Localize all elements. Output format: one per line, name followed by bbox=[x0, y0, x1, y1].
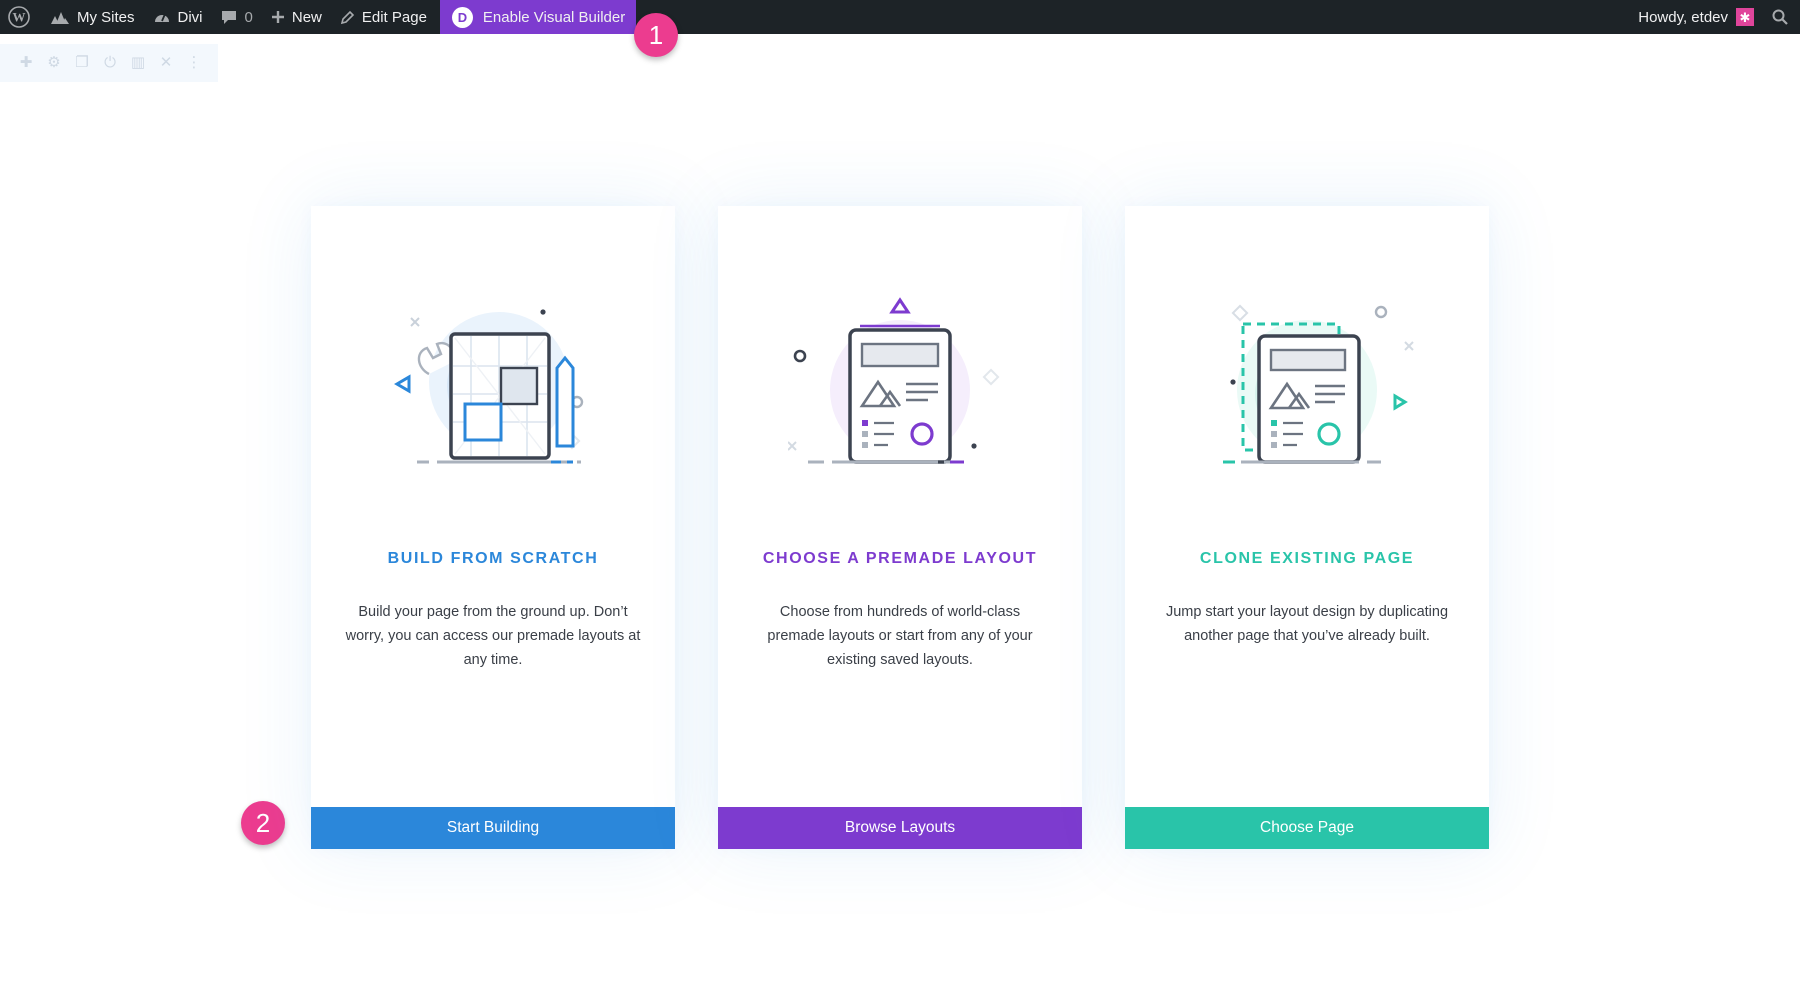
search-icon bbox=[1772, 9, 1788, 25]
section-toolbar: ✚ ⚙ ❐ ⏻ ▥ ✕ ⋮ bbox=[0, 44, 218, 82]
card-description: Jump start your layout design by duplica… bbox=[1165, 604, 1449, 644]
comment-bubble-icon bbox=[221, 11, 236, 24]
my-account-menu[interactable]: Howdy, etdev ✱ bbox=[1629, 0, 1763, 34]
edit-page-label: Edit Page bbox=[361, 8, 427, 26]
new-label: New bbox=[291, 8, 322, 26]
search-button[interactable] bbox=[1763, 0, 1800, 34]
divi-logo-icon: D bbox=[451, 6, 473, 28]
dashboard-gauge-icon bbox=[154, 13, 169, 22]
my-sites-label: My Sites bbox=[77, 8, 135, 26]
clone-existing-page-card: CLONE EXISTING PAGE Jump start your layo… bbox=[1125, 206, 1489, 849]
browse-layouts-button[interactable]: Browse Layouts bbox=[718, 807, 1082, 849]
add-icon[interactable]: ✚ bbox=[18, 55, 34, 71]
new-content-menu[interactable]: New bbox=[262, 0, 331, 34]
admin-bar: W My Sites Divi 0 New Edit Page D Enable… bbox=[0, 0, 1800, 34]
card-title: CLONE EXISTING PAGE bbox=[1199, 550, 1415, 567]
edit-page-link[interactable]: Edit Page bbox=[331, 0, 436, 34]
card-description: Choose from hundreds of world-class prem… bbox=[767, 604, 1033, 668]
admin-bar-secondary: Howdy, etdev ✱ bbox=[1629, 0, 1800, 34]
enable-visual-builder-label: Enable Visual Builder bbox=[482, 8, 626, 26]
trash-icon[interactable]: ▥ bbox=[130, 55, 146, 71]
card-title: CHOOSE A PREMADE LAYOUT bbox=[762, 550, 1038, 567]
wordpress-icon: W bbox=[8, 6, 30, 28]
close-icon[interactable]: ✕ bbox=[158, 55, 174, 71]
settings-icon[interactable]: ⚙ bbox=[46, 55, 62, 71]
site-name-menu[interactable]: Divi bbox=[144, 0, 212, 34]
site-name-label: Divi bbox=[177, 8, 203, 26]
svg-text:W: W bbox=[13, 10, 26, 25]
layout-document-illustration-icon bbox=[788, 297, 1000, 464]
clone-document-illustration-icon bbox=[1223, 304, 1414, 464]
power-icon[interactable]: ⏻ bbox=[102, 55, 118, 71]
blueprint-illustration-icon bbox=[394, 309, 584, 464]
card-description: Build your page from the ground up. Don’… bbox=[345, 604, 641, 668]
avatar: ✱ bbox=[1736, 8, 1754, 26]
choose-page-button[interactable]: Choose Page bbox=[1125, 807, 1489, 849]
plus-icon bbox=[271, 11, 284, 23]
howdy-label: Howdy, etdev bbox=[1638, 8, 1728, 26]
build-from-scratch-card: BUILD FROM SCRATCH Build your page from … bbox=[311, 206, 675, 849]
my-sites-icon bbox=[51, 12, 69, 24]
comments-button[interactable]: 0 bbox=[212, 0, 262, 34]
more-options-icon[interactable]: ⋮ bbox=[186, 55, 202, 71]
step-badge-2: 2 bbox=[241, 801, 285, 845]
start-building-button[interactable]: Start Building bbox=[311, 807, 675, 849]
card-title: BUILD FROM SCRATCH bbox=[387, 550, 599, 567]
step-badge-1: 1 bbox=[634, 13, 678, 57]
comments-count: 0 bbox=[244, 8, 253, 26]
pencil-icon bbox=[340, 10, 355, 24]
choose-premade-layout-card: CHOOSE A PREMADE LAYOUT Choose from hund… bbox=[718, 206, 1082, 849]
my-sites-menu[interactable]: My Sites bbox=[40, 0, 144, 34]
enable-visual-builder-button[interactable]: D Enable Visual Builder bbox=[439, 0, 637, 34]
wordpress-logo-button[interactable]: W bbox=[0, 0, 40, 34]
duplicate-icon[interactable]: ❐ bbox=[74, 55, 90, 71]
